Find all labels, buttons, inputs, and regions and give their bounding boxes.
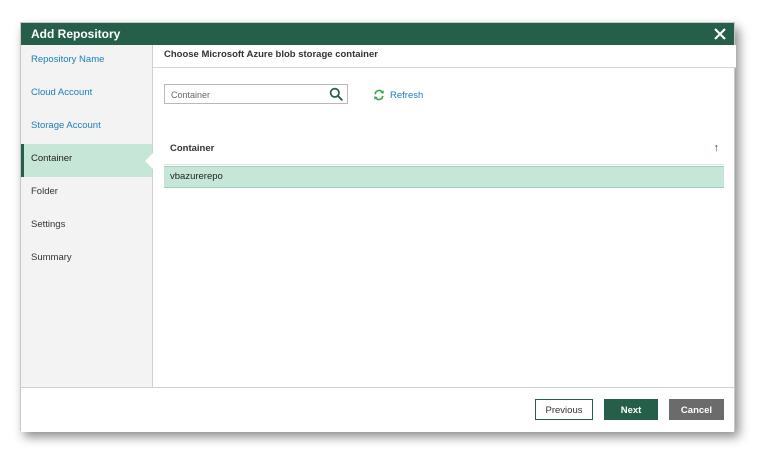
refresh-button[interactable]: Refresh [373, 87, 423, 103]
step-summary: Summary [21, 243, 152, 276]
search-icon[interactable] [329, 87, 343, 101]
dialog-title: Add Repository [31, 27, 121, 41]
table-row[interactable]: vbazurerepo [164, 166, 724, 188]
step-storage-account[interactable]: Storage Account [21, 111, 152, 144]
page-title: Choose Microsoft Azure blob storage cont… [153, 45, 736, 68]
add-repository-dialog: Add Repository Repository Name Cloud Acc… [20, 22, 736, 432]
refresh-label: Refresh [390, 89, 424, 101]
step-cloud-account[interactable]: Cloud Account [21, 78, 152, 111]
step-content: Choose Microsoft Azure blob storage cont… [153, 45, 736, 387]
step-label: Folder [31, 186, 58, 197]
step-settings: Settings [21, 210, 152, 243]
next-button[interactable]: Next [604, 399, 658, 420]
step-folder: Folder [21, 177, 152, 210]
dialog-titlebar: Add Repository [21, 23, 734, 45]
step-label: Summary [31, 252, 72, 263]
container-search-box [164, 84, 348, 104]
step-label: Storage Account [31, 120, 101, 131]
step-label: Cloud Account [31, 87, 93, 98]
sort-ascending-icon[interactable]: ↑ [714, 142, 720, 154]
container-search-input[interactable] [165, 86, 327, 104]
previous-button[interactable]: Previous [535, 399, 593, 420]
table-header: Container ↑ [164, 137, 724, 165]
refresh-icon [374, 89, 384, 101]
dialog-footer: Previous Next Cancel [21, 387, 734, 432]
step-label: Repository Name [31, 54, 105, 65]
step-repository-name[interactable]: Repository Name [21, 45, 152, 78]
step-label: Container [31, 153, 73, 164]
close-icon[interactable] [712, 26, 728, 42]
column-header-container[interactable]: Container [170, 143, 214, 154]
container-name-cell: vbazurerepo [170, 171, 223, 182]
cancel-button[interactable]: Cancel [669, 399, 724, 420]
wizard-steps-sidebar: Repository Name Cloud Account Storage Ac… [21, 45, 153, 387]
step-container[interactable]: Container [21, 144, 153, 177]
step-label: Settings [31, 219, 66, 230]
